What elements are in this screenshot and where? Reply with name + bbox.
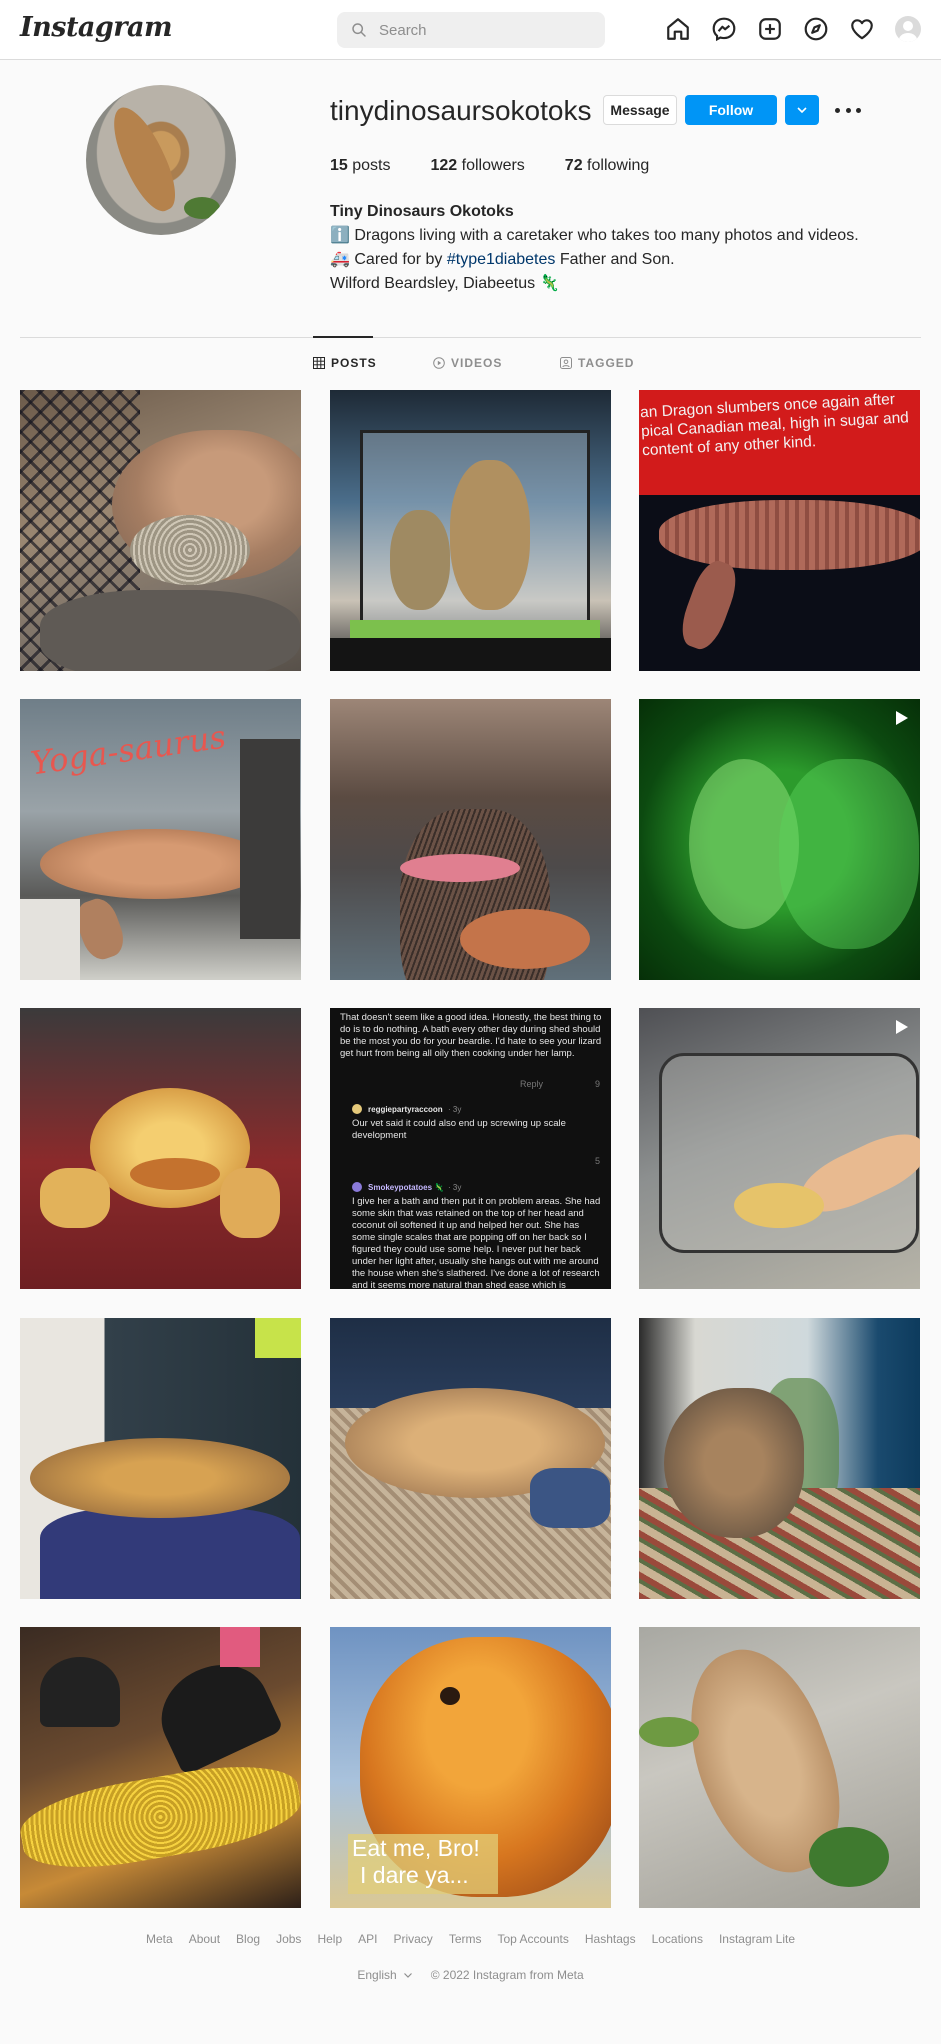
post-tile[interactable]: Eat me, Bro! I dare ya... [330,1627,611,1908]
copyright: © 2022 Instagram from Meta [430,1968,584,1982]
comment-age: · 3y [448,1105,462,1114]
suggested-accounts-button[interactable] [785,95,819,125]
comment-reply-link: Reply [520,1079,544,1089]
grid-icon [313,357,325,369]
post-tile[interactable] [330,390,611,671]
footer-link-terms[interactable]: Terms [449,1932,482,1946]
comment-username: Smokeypotatoes 🦎 [368,1183,445,1192]
footer-bottom: English © 2022 Instagram from Meta [0,1968,941,1982]
comment-votes: 9 [595,1079,601,1089]
active-tab-indicator [313,336,373,338]
post-tile[interactable] [639,1318,920,1599]
post-tile[interactable]: Yoga-saurus [20,699,301,980]
comment-age: · 3y [448,1183,462,1192]
footer-link-hashtags[interactable]: Hashtags [585,1932,636,1946]
post-tile[interactable] [639,1008,920,1289]
explore-icon[interactable] [803,16,829,42]
tab-tagged[interactable]: TAGGED [560,356,634,370]
language-selector[interactable]: English [357,1968,412,1982]
more-options-icon[interactable] [835,98,861,122]
instagram-logo[interactable]: Instagram [20,12,173,43]
comment-text: Our vet said it could also end up screwi… [352,1118,566,1141]
chevron-down-icon [403,1973,412,1978]
followers-stat[interactable]: 122 followers [431,157,525,175]
post-caption-overlay: Eat me, Bro! I dare ya... [352,1835,480,1888]
post-tile[interactable] [20,1318,301,1599]
video-icon [896,1020,908,1034]
post-tile[interactable] [330,699,611,980]
footer-link-meta[interactable]: Meta [146,1932,173,1946]
post-tile[interactable] [20,1008,301,1289]
footer-link-help[interactable]: Help [317,1932,342,1946]
video-icon [896,711,908,725]
comment-username: reggiepartyraccoon [368,1105,443,1114]
search-box[interactable] [337,12,605,48]
follow-button[interactable]: Follow [685,95,777,125]
bio-line-2: 🚑 Cared for by #type1diabetes Father and… [330,251,675,268]
footer-link-about[interactable]: About [189,1932,220,1946]
activity-heart-icon[interactable] [849,16,875,42]
profile-stats: 15 posts 122 followers 72 following [330,157,649,175]
messenger-icon[interactable] [711,16,737,42]
tab-posts[interactable]: POSTS [313,356,377,370]
top-navigation-bar: Instagram [0,0,941,60]
post-tile[interactable] [20,390,301,671]
post-tile[interactable]: an Dragon slumbers once again after pica… [639,390,920,671]
search-icon [352,23,366,37]
search-input[interactable] [379,12,589,48]
footer-link-privacy[interactable]: Privacy [393,1932,432,1946]
comment-text: That doesn't seem like a good idea. Hone… [340,1012,602,1059]
nav-icons [665,16,921,42]
footer-link-api[interactable]: API [358,1932,377,1946]
footer-link-blog[interactable]: Blog [236,1932,260,1946]
home-icon[interactable] [665,16,691,42]
message-button[interactable]: Message [603,95,677,125]
footer-link-jobs[interactable]: Jobs [276,1932,301,1946]
post-tile[interactable] [330,1318,611,1599]
bio-line-1: ℹ️ Dragons living with a caretaker who t… [330,227,859,244]
tagged-icon [560,357,572,369]
comment-votes: 5 [595,1156,601,1166]
post-tile[interactable]: That doesn't seem like a good idea. Hone… [330,1008,611,1289]
new-post-icon[interactable] [757,16,783,42]
profile-username: tinydinosaursokotoks [330,95,592,126]
play-circle-icon [433,357,445,369]
posts-stat: 15 posts [330,157,391,174]
footer-links: Meta About Blog Jobs Help API Privacy Te… [0,1932,941,1946]
tabs-divider [20,337,921,338]
bio-hashtag-link[interactable]: #type1diabetes [447,251,556,268]
profile-bio: Tiny Dinosaurs Okotoks ℹ️ Dragons living… [330,200,890,296]
profile-avatar[interactable] [895,16,921,42]
post-tile[interactable] [20,1627,301,1908]
post-caption-overlay: Yoga-saurus [28,717,229,783]
comment-text: I give her a bath and then put it on pro… [352,1196,601,1289]
footer-link-locations[interactable]: Locations [652,1932,703,1946]
bio-line-3: Wilford Beardsley, Diabeetus 🦎 [330,275,560,292]
footer-link-instagram-lite[interactable]: Instagram Lite [719,1932,795,1946]
footer-link-top-accounts[interactable]: Top Accounts [497,1932,568,1946]
following-stat[interactable]: 72 following [565,157,650,175]
chevron-down-icon [797,107,807,114]
post-tile[interactable] [639,699,920,980]
tab-videos[interactable]: VIDEOS [433,356,502,370]
profile-picture [86,85,236,235]
post-tile[interactable] [639,1627,920,1908]
profile-full-name: Tiny Dinosaurs Okotoks [330,203,514,220]
